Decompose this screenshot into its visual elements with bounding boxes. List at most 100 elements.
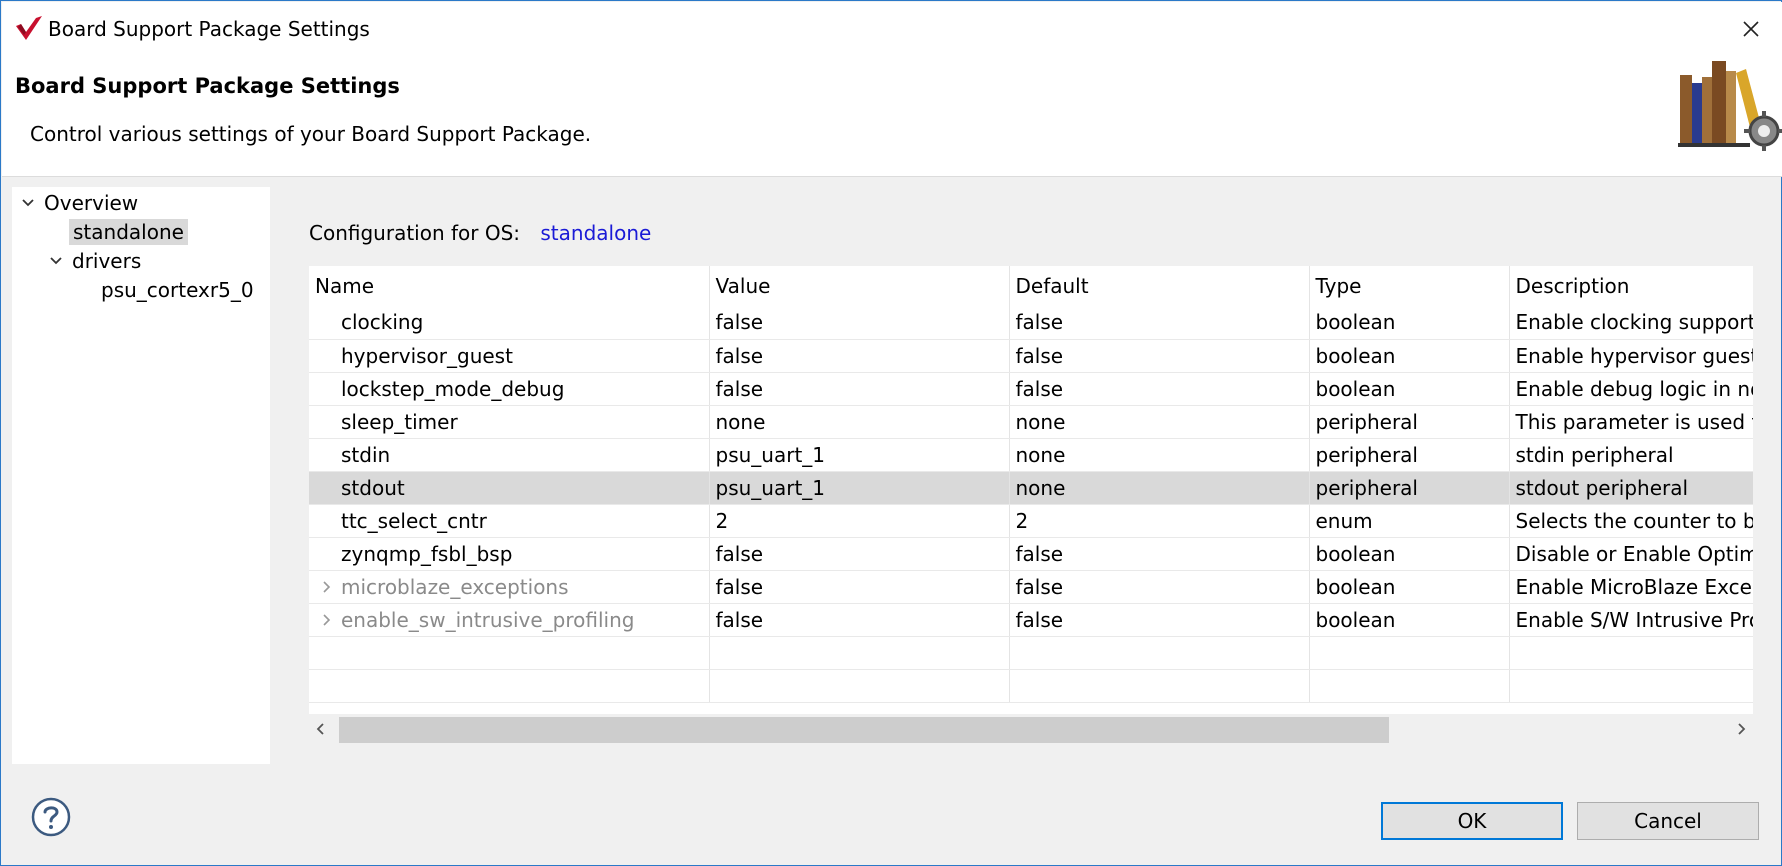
config-os-line: Configuration for OS: standalone bbox=[309, 219, 651, 247]
cell-default: none bbox=[1009, 438, 1310, 472]
chevron-right-icon[interactable] bbox=[319, 580, 333, 594]
cell-description: Selects the counter to be bbox=[1509, 504, 1753, 538]
settings-table: Name Value Default Type Description cloc… bbox=[309, 266, 1753, 703]
cell-name: microblaze_exceptions bbox=[309, 570, 710, 604]
chevron-down-icon[interactable] bbox=[48, 253, 64, 269]
table-row-expandable[interactable]: microblaze_exceptions false false boolea… bbox=[309, 570, 1753, 604]
chevron-right-icon[interactable] bbox=[319, 613, 333, 627]
empty-cell bbox=[1009, 636, 1310, 670]
scroll-left-icon[interactable] bbox=[313, 721, 329, 737]
cell-description: Enable clocking support bbox=[1509, 306, 1753, 340]
dialog-header: Board Support Package Settings Control v… bbox=[2, 55, 1782, 177]
config-os-link[interactable]: standalone bbox=[540, 221, 651, 245]
empty-cell bbox=[1509, 636, 1753, 670]
cell-value[interactable]: psu_uart_1 bbox=[709, 471, 1010, 505]
tree-label-overview: Overview bbox=[44, 191, 139, 215]
cell-description: Enable hypervisor guest su bbox=[1509, 339, 1753, 373]
cell-value[interactable]: false bbox=[709, 603, 1010, 637]
close-button[interactable] bbox=[1734, 12, 1768, 46]
table-row-empty bbox=[309, 636, 1753, 670]
cell-value[interactable]: false bbox=[709, 570, 1010, 604]
cell-name: ttc_select_cntr bbox=[309, 504, 710, 538]
cell-type: boolean bbox=[1309, 570, 1510, 604]
tree-item-standalone[interactable]: standalone bbox=[69, 218, 188, 248]
tree-item-drivers[interactable]: drivers bbox=[46, 247, 145, 277]
empty-cell bbox=[309, 669, 710, 703]
navigation-tree: Overview standalone drivers psu_cortexr5… bbox=[12, 187, 270, 764]
horizontal-scrollbar[interactable] bbox=[309, 714, 1753, 745]
cell-default: false bbox=[1009, 537, 1310, 571]
table-row-selected[interactable]: stdout psu_uart_1 none peripheral stdout… bbox=[309, 471, 1753, 505]
cell-name: clocking bbox=[309, 306, 710, 340]
header-description: Control various settings of your Board S… bbox=[30, 122, 592, 146]
cell-value[interactable]: false bbox=[709, 372, 1010, 406]
table-row[interactable]: sleep_timer none none peripheral This pa… bbox=[309, 405, 1753, 439]
cell-default: false bbox=[1009, 306, 1310, 340]
cell-description: This parameter is used to bbox=[1509, 405, 1753, 439]
table-row[interactable]: ttc_select_cntr 2 2 enum Selects the cou… bbox=[309, 504, 1753, 538]
cell-value[interactable]: 2 bbox=[709, 504, 1010, 538]
cell-default: false bbox=[1009, 372, 1310, 406]
help-icon[interactable] bbox=[30, 796, 72, 838]
column-header-description[interactable]: Description bbox=[1509, 266, 1753, 306]
empty-cell bbox=[709, 669, 1010, 703]
settings-table-container: Name Value Default Type Description cloc… bbox=[309, 266, 1753, 714]
empty-cell bbox=[709, 636, 1010, 670]
title-bar: Board Support Package Settings bbox=[2, 2, 1782, 55]
empty-cell bbox=[1509, 669, 1753, 703]
cell-type: peripheral bbox=[1309, 471, 1510, 505]
column-header-type[interactable]: Type bbox=[1309, 266, 1510, 306]
cell-value[interactable]: psu_uart_1 bbox=[709, 438, 1010, 472]
empty-cell bbox=[309, 636, 710, 670]
column-header-name[interactable]: Name bbox=[309, 266, 710, 306]
cell-type: boolean bbox=[1309, 603, 1510, 637]
bsp-settings-dialog: Board Support Package Settings Board Sup… bbox=[0, 0, 1782, 866]
scroll-right-icon[interactable] bbox=[1733, 721, 1749, 737]
cell-type: boolean bbox=[1309, 537, 1510, 571]
column-header-value[interactable]: Value bbox=[709, 266, 1010, 306]
table-row[interactable]: lockstep_mode_debug false false boolean … bbox=[309, 372, 1753, 406]
ok-button[interactable]: OK bbox=[1381, 802, 1563, 840]
close-icon bbox=[1743, 21, 1759, 37]
empty-cell bbox=[1309, 636, 1510, 670]
table-row-empty bbox=[309, 669, 1753, 703]
cell-name-text: enable_sw_intrusive_profiling bbox=[341, 607, 635, 632]
tree-item-psu-cortexr5[interactable]: psu_cortexr5_0 bbox=[97, 276, 258, 306]
cell-type: boolean bbox=[1309, 339, 1510, 373]
cell-value[interactable]: false bbox=[709, 306, 1010, 340]
cell-default: false bbox=[1009, 603, 1310, 637]
cell-default: none bbox=[1009, 471, 1310, 505]
cell-default: false bbox=[1009, 570, 1310, 604]
column-header-default[interactable]: Default bbox=[1009, 266, 1310, 306]
chevron-down-icon[interactable] bbox=[20, 195, 36, 211]
cancel-button[interactable]: Cancel bbox=[1577, 802, 1759, 840]
table-header-row: Name Value Default Type Description bbox=[309, 266, 1753, 306]
cell-description: Disable or Enable Optimiz bbox=[1509, 537, 1753, 571]
cell-default: 2 bbox=[1009, 504, 1310, 538]
cell-value[interactable]: false bbox=[709, 339, 1010, 373]
table-row[interactable]: stdin psu_uart_1 none peripheral stdin p… bbox=[309, 438, 1753, 472]
cell-name: stdout bbox=[309, 471, 710, 505]
cell-value[interactable]: none bbox=[709, 405, 1010, 439]
cell-name: stdin bbox=[309, 438, 710, 472]
cell-name: lockstep_mode_debug bbox=[309, 372, 710, 406]
cell-name: sleep_timer bbox=[309, 405, 710, 439]
cell-type: peripheral bbox=[1309, 405, 1510, 439]
tree-label-standalone: standalone bbox=[69, 219, 188, 245]
cell-description: Enable debug logic in non bbox=[1509, 372, 1753, 406]
cell-value[interactable]: false bbox=[709, 537, 1010, 571]
table-row[interactable]: zynqmp_fsbl_bsp false false boolean Disa… bbox=[309, 537, 1753, 571]
table-row[interactable]: clocking false false boolean Enable cloc… bbox=[309, 306, 1753, 340]
cell-type: enum bbox=[1309, 504, 1510, 538]
cell-name: enable_sw_intrusive_profiling bbox=[309, 603, 710, 637]
table-row[interactable]: hypervisor_guest false false boolean Ena… bbox=[309, 339, 1753, 373]
cell-name: zynqmp_fsbl_bsp bbox=[309, 537, 710, 571]
cell-type: boolean bbox=[1309, 372, 1510, 406]
cell-description: Enable S/W Intrusive Prof bbox=[1509, 603, 1753, 637]
tree-item-overview[interactable]: Overview bbox=[18, 189, 142, 219]
xilinx-logo-icon bbox=[16, 16, 42, 40]
books-gear-icon bbox=[1678, 61, 1782, 151]
scrollbar-thumb[interactable] bbox=[339, 717, 1389, 743]
tree-label-drivers: drivers bbox=[72, 249, 142, 273]
table-row-expandable[interactable]: enable_sw_intrusive_profiling false fals… bbox=[309, 603, 1753, 637]
